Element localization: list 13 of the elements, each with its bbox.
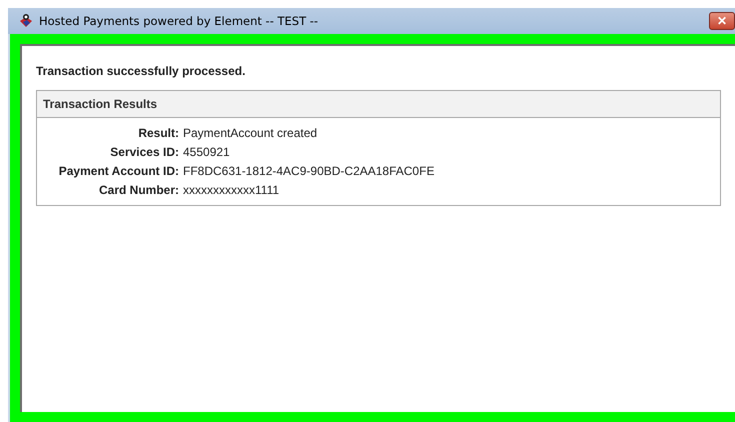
window-title: Hosted Payments powered by Element -- TEST -- [39, 14, 318, 28]
field-value: PaymentAccount created [183, 126, 318, 140]
status-message: Transaction successfully processed. [36, 64, 246, 78]
field-label: Services ID: [109, 145, 179, 159]
field-value: xxxxxxxxxxxx1111 [183, 183, 280, 197]
close-button[interactable]: ✕ [709, 12, 735, 30]
field-value: FF8DC631-1812-4AC9-90BD-C2AA18FAC0FE [183, 164, 436, 178]
panel-heading: Transaction Results [37, 91, 720, 118]
app-icon [18, 13, 34, 29]
field-value: 4550921 [183, 145, 231, 159]
field-label: Payment Account ID: [58, 164, 179, 178]
field-label: Card Number: [98, 183, 179, 197]
field-label: Result: [137, 126, 179, 140]
